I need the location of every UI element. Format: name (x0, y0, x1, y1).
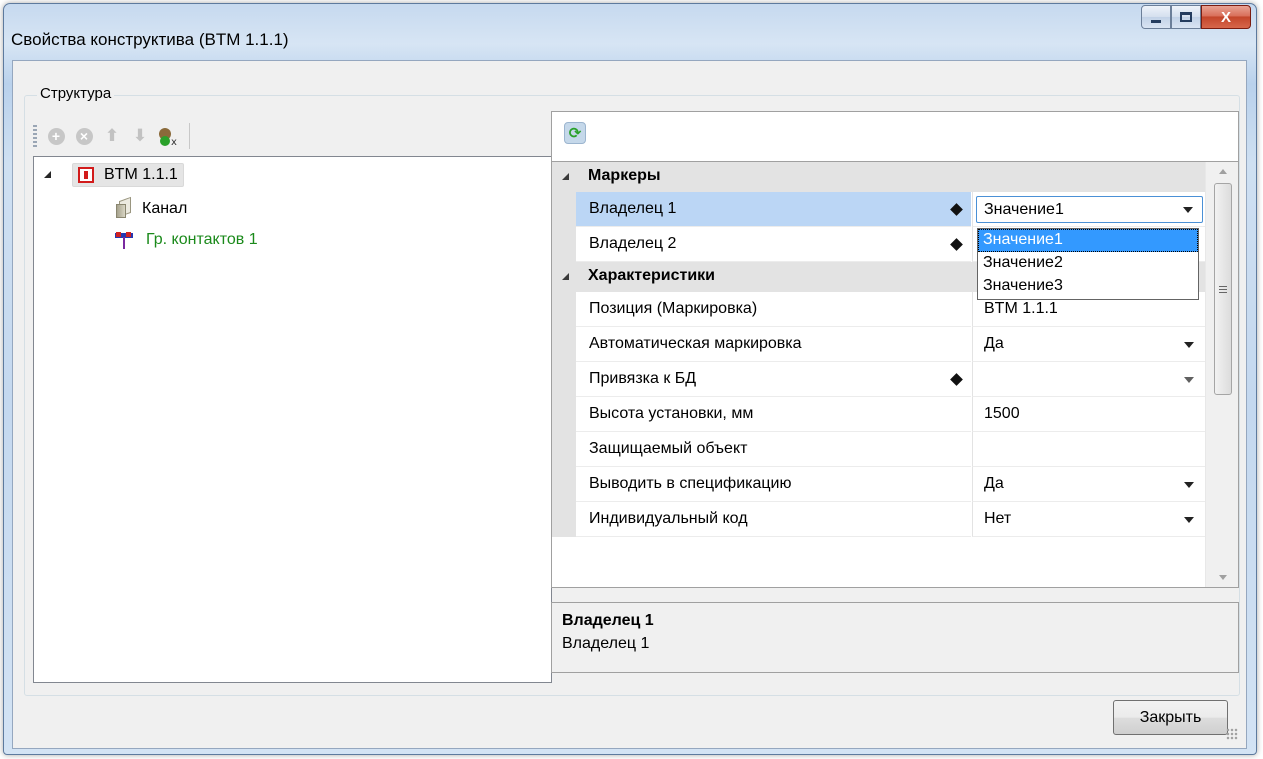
property-grid-toolbar: ⟳ (551, 111, 1239, 161)
property-name[interactable]: Высота установки, мм (576, 397, 971, 432)
description-title: Владелец 1 (562, 612, 654, 629)
category-markers-label: Маркеры (588, 167, 661, 184)
add-element-icon: x (159, 128, 177, 147)
close-window-button[interactable]: X (1201, 5, 1251, 29)
chevron-down-icon[interactable] (1184, 342, 1194, 348)
owner1-combobox[interactable]: Значение1 (976, 196, 1203, 223)
remove-icon: × (75, 127, 93, 145)
description-pane: Владелец 1 Владелец 1 (551, 602, 1239, 673)
minimize-icon (1151, 19, 1161, 23)
grip-icon (1219, 285, 1227, 293)
diamond-icon (950, 373, 963, 386)
add-icon: + (47, 127, 65, 145)
diamond-icon (950, 238, 963, 251)
move-down-icon: ⬇ (132, 126, 148, 145)
expander-icon[interactable] (44, 171, 51, 178)
property-row-individual-code[interactable]: Индивидуальный код Нет (552, 502, 1206, 537)
tree-node-contacts[interactable]: Гр. контактов 1 (114, 226, 258, 254)
resize-grip[interactable] (1226, 728, 1238, 740)
add-button[interactable]: + (45, 125, 67, 147)
vertical-scrollbar[interactable] (1205, 162, 1238, 587)
structure-group-label: Структура (37, 85, 115, 102)
property-row-db-binding[interactable]: Привязка к БД (552, 362, 1206, 397)
tree-toolbar: + × ⬆ ⬇ x (33, 119, 553, 153)
tree-node-contacts-label: Гр. контактов 1 (146, 231, 258, 248)
remove-button[interactable]: × (73, 125, 95, 147)
move-down-button[interactable]: ⬇ (129, 125, 151, 147)
property-value[interactable] (972, 362, 1206, 397)
contact-group-icon (114, 230, 134, 250)
chevron-down-icon[interactable] (1184, 377, 1194, 383)
tree-node-root[interactable]: BTM 1.1.1 (34, 161, 334, 189)
property-name[interactable]: Позиция (Маркировка) (576, 292, 971, 327)
property-name[interactable]: Привязка к БД (576, 362, 971, 397)
dropdown-option[interactable]: Значение3 (978, 275, 1198, 298)
maximize-button[interactable] (1171, 5, 1201, 29)
collapse-icon[interactable] (562, 173, 569, 180)
chevron-down-icon[interactable] (1183, 207, 1193, 213)
property-name[interactable]: Защищаемый объект (576, 432, 971, 467)
arrow-up-icon (1218, 169, 1227, 174)
property-row-owner1[interactable]: Владелец 1 Значение1 (552, 192, 1206, 227)
move-up-button[interactable]: ⬆ (101, 125, 123, 147)
tree-node-channel-label: Канал (142, 200, 188, 217)
chevron-down-icon[interactable] (1184, 517, 1194, 523)
dropdown-option[interactable]: Значение2 (978, 252, 1198, 275)
channel-icon (114, 196, 132, 219)
property-row-height[interactable]: Высота установки, мм 1500 (552, 397, 1206, 432)
dropdown-option[interactable]: Значение1 (978, 229, 1198, 252)
tree-node-root-selection[interactable]: BTM 1.1.1 (72, 163, 184, 187)
property-grid-panel: ⟳ Маркеры Владелец 1 Значение1 Владелец … (551, 111, 1241, 673)
move-up-icon: ⬆ (104, 126, 120, 145)
tree-node-channel[interactable]: Канал (114, 195, 187, 223)
close-icon: X (1220, 8, 1231, 26)
collapse-icon[interactable] (562, 273, 569, 280)
scroll-thumb[interactable] (1214, 183, 1232, 395)
property-row-auto-marking[interactable]: Автоматическая маркировка Да (552, 327, 1206, 362)
maximize-icon (1180, 12, 1192, 22)
description-text: Владелец 1 (562, 635, 650, 652)
chevron-down-icon[interactable] (1184, 482, 1194, 488)
property-name[interactable]: Индивидуальный код (576, 502, 971, 537)
category-characteristics-label: Характеристики (588, 267, 716, 284)
property-name[interactable]: Автоматическая маркировка (576, 327, 971, 362)
property-value[interactable]: 1500 (972, 397, 1206, 432)
refresh-icon[interactable]: ⟳ (564, 122, 586, 144)
toolbar-grip[interactable] (33, 125, 37, 147)
add-element-button[interactable]: x (157, 125, 179, 147)
property-value[interactable]: Да (972, 327, 1206, 362)
scroll-up-button[interactable] (1206, 162, 1238, 181)
svg-text:x: x (171, 137, 177, 147)
arrow-down-icon (1218, 575, 1227, 580)
property-value[interactable]: Нет (972, 502, 1206, 537)
title-bar[interactable]: Свойства конструктива (BTM 1.1.1) X (4, 4, 1256, 60)
property-name[interactable]: Выводить в спецификацию (576, 467, 971, 502)
property-value[interactable]: Да (972, 467, 1206, 502)
property-grid[interactable]: Маркеры Владелец 1 Значение1 Владелец 2 (551, 161, 1239, 588)
structure-tree[interactable]: BTM 1.1.1 Канал Гр. контактов 1 (33, 156, 552, 683)
close-button[interactable]: Закрыть (1113, 700, 1228, 735)
category-markers[interactable]: Маркеры (552, 162, 1206, 192)
toolbar-separator (189, 123, 190, 149)
property-name[interactable]: Владелец 1 (576, 192, 971, 227)
window-controls: X (1141, 5, 1251, 30)
property-row-spec-output[interactable]: Выводить в спецификацию Да (552, 467, 1206, 502)
scroll-down-button[interactable] (1206, 568, 1238, 587)
window-title: Свойства конструктива (BTM 1.1.1) (11, 30, 289, 49)
owner1-dropdown-list[interactable]: Значение1 Значение2 Значение3 (977, 228, 1199, 300)
device-icon (78, 167, 94, 183)
property-row-protected-object[interactable]: Защищаемый объект (552, 432, 1206, 467)
minimize-button[interactable] (1141, 5, 1171, 29)
property-value[interactable] (972, 432, 1206, 467)
property-name[interactable]: Владелец 2 (576, 227, 971, 262)
diamond-icon (950, 203, 963, 216)
tree-node-root-label: BTM 1.1.1 (104, 166, 178, 183)
